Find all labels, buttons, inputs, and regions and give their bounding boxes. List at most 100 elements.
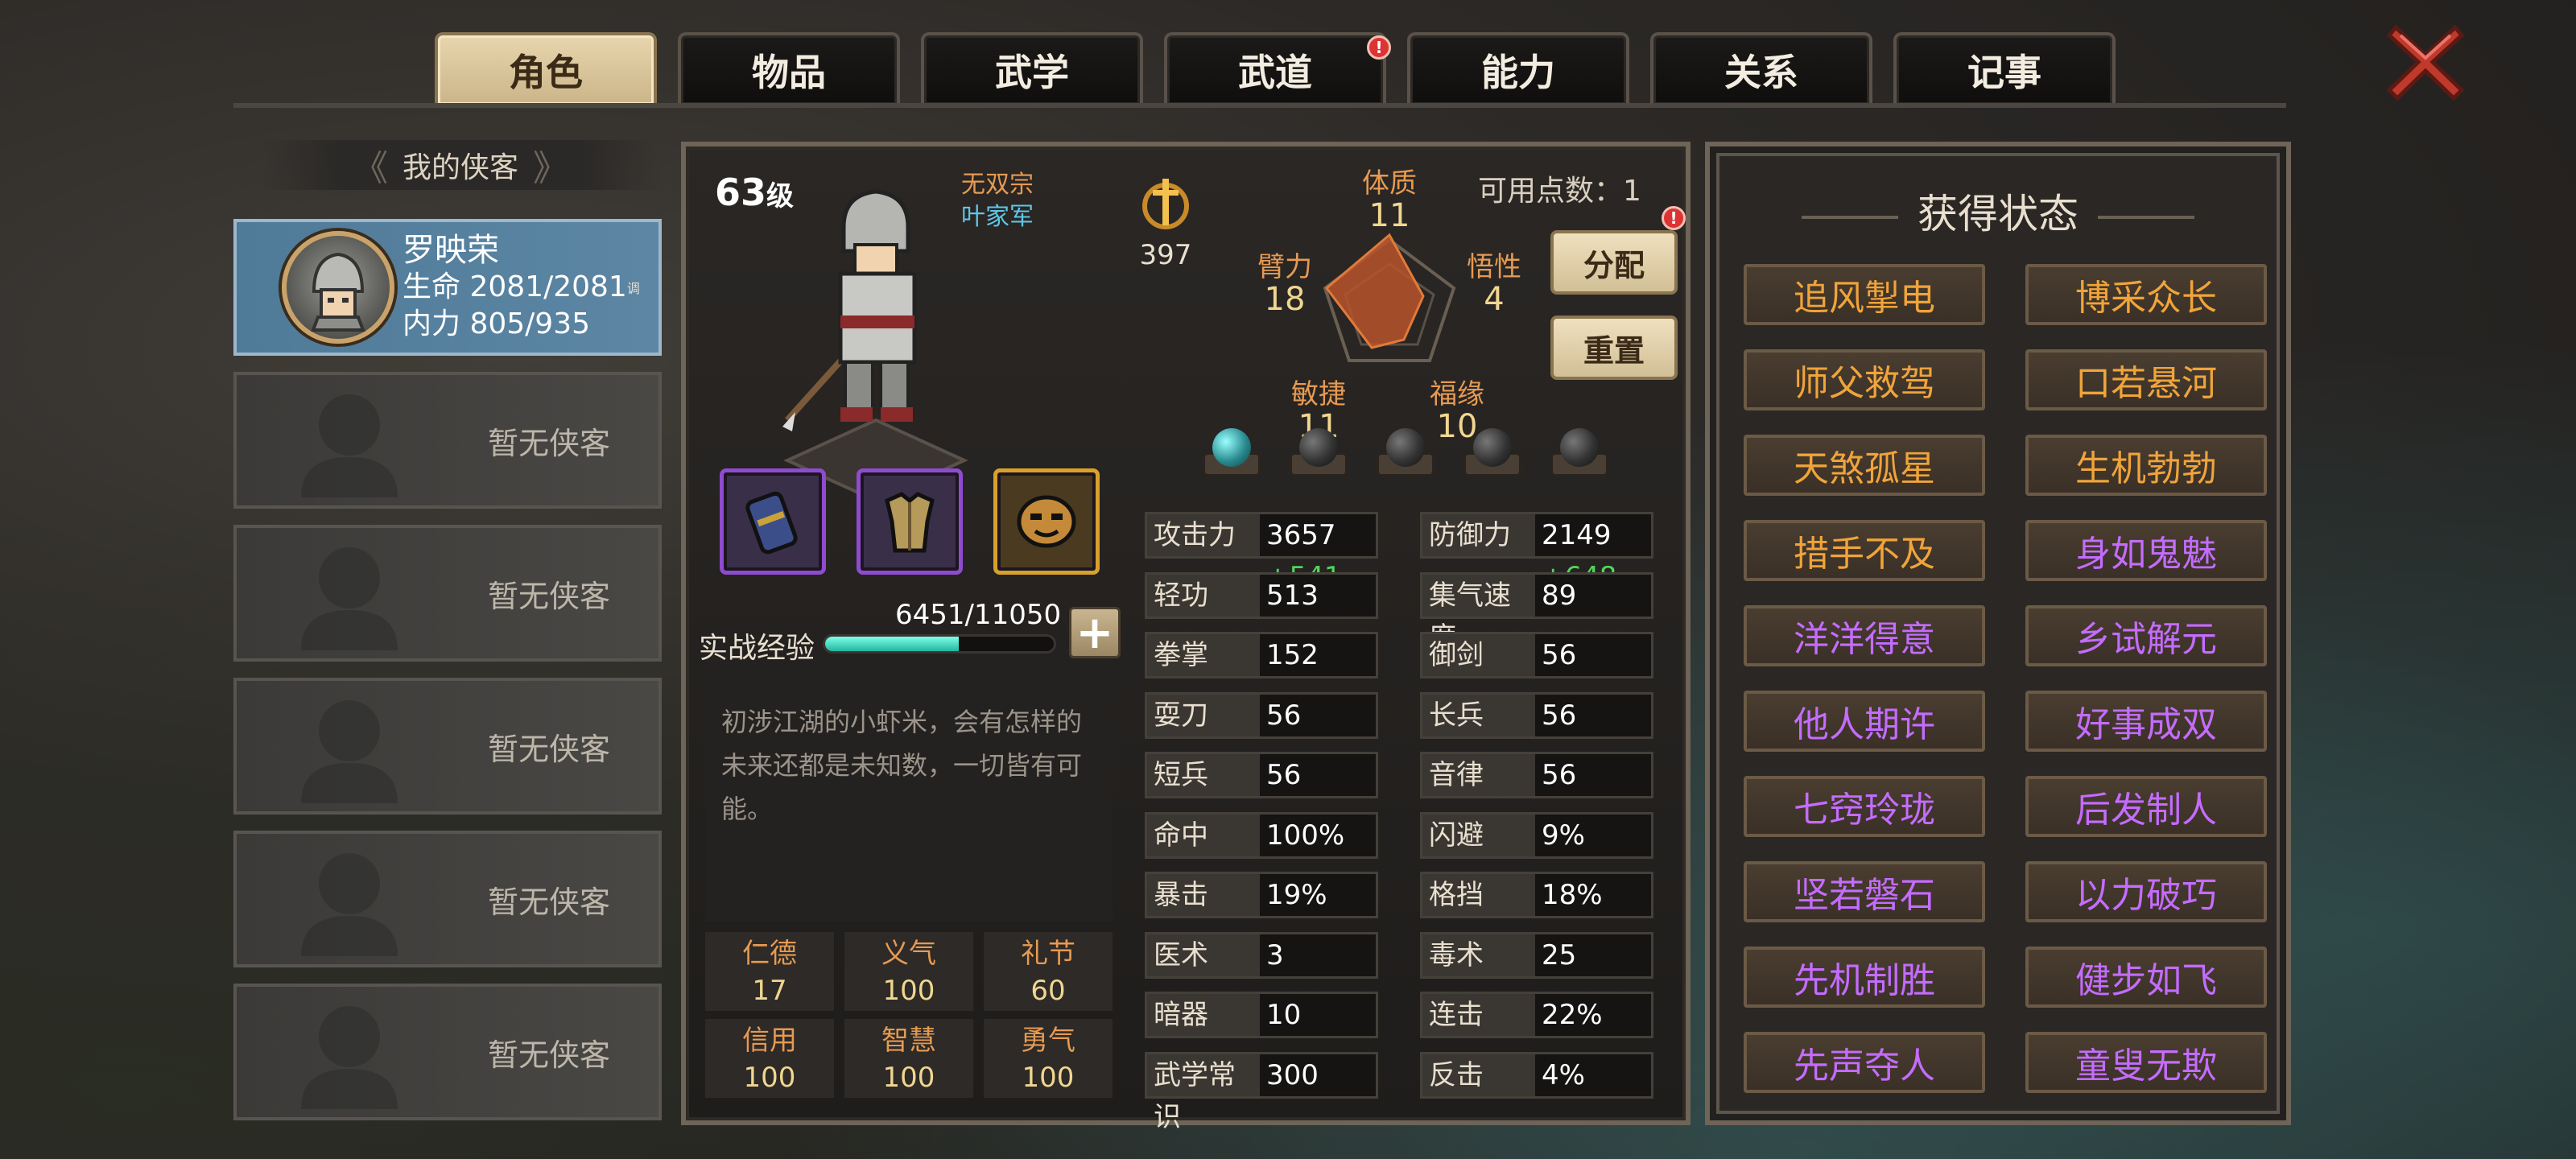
orb-slot[interactable] bbox=[1285, 428, 1352, 481]
mask-icon bbox=[1017, 495, 1076, 548]
stat-row: 耍刀 56 bbox=[1145, 691, 1378, 739]
equip-slot-weapon[interactable] bbox=[720, 468, 826, 575]
stat-value: 18% bbox=[1535, 874, 1651, 916]
tab-items[interactable]: 物品 bbox=[678, 32, 900, 105]
status-tag[interactable]: 生机勃勃 bbox=[2025, 435, 2267, 496]
stat-name: 医术 bbox=[1147, 934, 1260, 976]
tab-relations[interactable]: 关系 bbox=[1650, 32, 1872, 105]
stat-value: 300 bbox=[1260, 1054, 1376, 1096]
alert-badge: ! bbox=[1662, 206, 1686, 230]
status-tag[interactable]: 他人期许 bbox=[1744, 691, 1985, 752]
stat-value: 56 bbox=[1535, 754, 1651, 796]
stat-row: 短兵 56 bbox=[1145, 752, 1378, 798]
stat-name: 御剑 bbox=[1422, 634, 1535, 676]
equip-slot-accessory[interactable] bbox=[993, 468, 1100, 575]
empty-companion-slot[interactable]: 暂无侠客 bbox=[233, 372, 662, 509]
stat-row: 武学常识 300 bbox=[1145, 1051, 1378, 1133]
tab-label: 关系 bbox=[1724, 51, 1798, 94]
stat-name: 闪避 bbox=[1422, 814, 1535, 856]
tab-character[interactable]: 角色 bbox=[435, 32, 657, 105]
status-tag[interactable]: 先声夺人 bbox=[1744, 1032, 1985, 1093]
status-tag[interactable]: 先机制胜 bbox=[1744, 947, 1985, 1008]
dark-orb-icon bbox=[1560, 428, 1599, 467]
equip-slot-armor[interactable] bbox=[857, 468, 963, 575]
empty-slot-label: 暂无侠客 bbox=[487, 1037, 610, 1073]
silhouette-icon bbox=[301, 700, 398, 803]
status-tag[interactable]: 乡试解元 bbox=[2025, 605, 2267, 666]
status-panel-title: 获得状态 bbox=[1710, 182, 2286, 240]
adjust-button[interactable]: 调 bbox=[627, 278, 640, 297]
status-tag[interactable]: 健步如飞 bbox=[2025, 947, 2267, 1008]
alert-badge: ! bbox=[1367, 35, 1391, 60]
tab-abilities[interactable]: 能力 bbox=[1407, 32, 1629, 105]
status-tag[interactable]: 洋洋得意 bbox=[1744, 605, 1985, 666]
exp-bar-fill bbox=[825, 637, 959, 651]
stat-name: 格挡 bbox=[1422, 874, 1535, 916]
virtue-label: 礼节 bbox=[1021, 938, 1075, 970]
hero-card-selected[interactable]: 罗映荣 生命 2081/2081 内力 805/935 调 bbox=[233, 219, 662, 356]
status-tag[interactable]: 身如鬼魅 bbox=[2025, 520, 2267, 581]
virtue-label: 仁德 bbox=[742, 938, 797, 970]
status-tag[interactable]: 以力破巧 bbox=[2025, 861, 2267, 922]
stat-row: 格挡 18% bbox=[1420, 872, 1653, 918]
add-exp-button[interactable]: + bbox=[1069, 607, 1121, 659]
empty-companion-slot[interactable]: 暂无侠客 bbox=[233, 525, 662, 662]
virtue-value: 100 bbox=[743, 1062, 796, 1094]
stat-row: 长兵 56 bbox=[1420, 691, 1653, 739]
mp-label: 内力 bbox=[402, 307, 461, 340]
status-tag[interactable]: 追风掣电 bbox=[1744, 264, 1985, 325]
empty-slot-label: 暂无侠客 bbox=[487, 731, 610, 767]
stat-name: 攻击力 bbox=[1147, 514, 1260, 556]
orb-slot[interactable] bbox=[1372, 428, 1439, 481]
empty-companion-slot[interactable]: 暂无侠客 bbox=[233, 678, 662, 815]
chevron-right-icon: 》 bbox=[533, 148, 568, 189]
radar-label-constitution: 体质 11 bbox=[1341, 167, 1438, 232]
gauntlet-icon bbox=[745, 491, 798, 555]
stat-value: 2149 +648 bbox=[1535, 514, 1651, 593]
stat-value: 9% bbox=[1535, 814, 1651, 856]
stat-value: 513 bbox=[1260, 574, 1376, 617]
status-tag[interactable]: 口若悬河 bbox=[2025, 349, 2267, 410]
allocate-button[interactable]: 分配 bbox=[1550, 230, 1678, 295]
stat-name: 暴击 bbox=[1147, 874, 1260, 916]
tab-journal[interactable]: 记事 bbox=[1893, 32, 2116, 105]
empty-companion-slot[interactable]: 暂无侠客 bbox=[233, 984, 662, 1120]
status-tag[interactable]: 童叟无欺 bbox=[2025, 1032, 2267, 1093]
radar-attr-value: 11 bbox=[1368, 197, 1410, 234]
virtue-label: 信用 bbox=[742, 1025, 797, 1057]
empty-slot-label: 暂无侠客 bbox=[487, 578, 610, 614]
status-tag[interactable]: 措手不及 bbox=[1744, 520, 1985, 581]
hero-hp: 生命 2081/2081 bbox=[402, 269, 627, 306]
orb-slot[interactable] bbox=[1459, 428, 1526, 481]
divider bbox=[1802, 215, 1898, 219]
tab-martial-arts[interactable]: 武学 bbox=[921, 32, 1143, 105]
meridian-orbs bbox=[1198, 428, 1613, 481]
status-tag[interactable]: 七窍玲珑 bbox=[1744, 776, 1985, 837]
stat-value: 56 bbox=[1535, 634, 1651, 676]
orb-slot[interactable] bbox=[1198, 428, 1265, 481]
chevron-left-icon: 《 bbox=[352, 148, 388, 189]
status-tag[interactable]: 天煞孤星 bbox=[1744, 435, 1985, 496]
orb-slot[interactable] bbox=[1546, 428, 1613, 481]
close-button[interactable] bbox=[2381, 18, 2470, 106]
tab-martial-way[interactable]: 武道! bbox=[1164, 32, 1391, 105]
stat-row: 暴击 19% bbox=[1145, 872, 1378, 918]
virtue-label: 智慧 bbox=[881, 1025, 936, 1057]
stat-row: 防御力2149 +648 bbox=[1420, 512, 1653, 593]
status-tag[interactable]: 博采众长 bbox=[2025, 264, 2267, 325]
status-tag[interactable]: 坚若磐石 bbox=[1744, 861, 1985, 922]
status-tag[interactable]: 师父救驾 bbox=[1744, 349, 1985, 410]
exp-label: 实战经验 bbox=[699, 632, 815, 665]
stat-name: 防御力 bbox=[1422, 514, 1535, 556]
status-tag[interactable]: 好事成双 bbox=[2025, 691, 2267, 752]
stat-name: 连击 bbox=[1422, 994, 1535, 1036]
stat-value: 19% bbox=[1260, 874, 1376, 916]
stat-row: 御剑 56 bbox=[1420, 632, 1653, 678]
virtue-label: 勇气 bbox=[1021, 1025, 1075, 1057]
stat-base: 2149 bbox=[1542, 519, 1612, 551]
reset-button[interactable]: 重置 bbox=[1550, 316, 1678, 380]
status-tag[interactable]: 后发制人 bbox=[2025, 776, 2267, 837]
empty-companion-slot[interactable]: 暂无侠客 bbox=[233, 831, 662, 967]
stat-row: 暗器 10 bbox=[1145, 992, 1378, 1038]
radar-attr-name: 福缘 bbox=[1430, 378, 1484, 410]
